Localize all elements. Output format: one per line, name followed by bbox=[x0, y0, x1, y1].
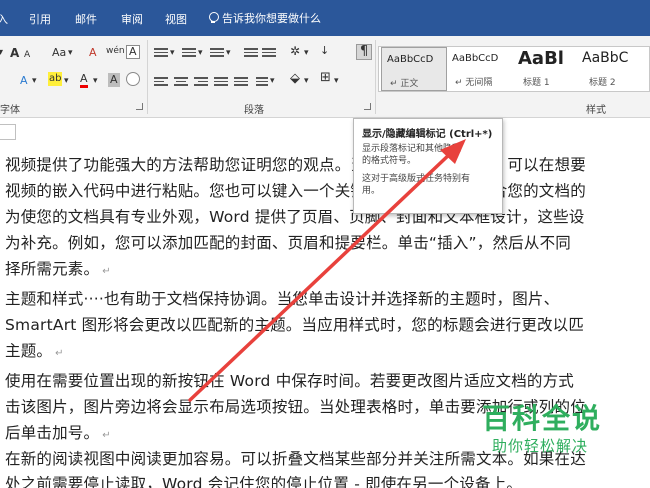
highlight-button[interactable]: ab bbox=[48, 72, 63, 86]
styles-group-label: 样式 bbox=[586, 105, 606, 116]
decrease-indent-icon[interactable] bbox=[244, 48, 258, 57]
show-hide-marks-button[interactable]: ¶ bbox=[356, 44, 373, 60]
lightbulb-icon bbox=[208, 12, 219, 24]
style-heading-1[interactable]: AaBl 标题 1 bbox=[513, 47, 579, 91]
align-right-icon[interactable] bbox=[194, 77, 208, 86]
highlight-dropdown-icon[interactable]: ▾ bbox=[64, 74, 69, 88]
multilevel-list-icon[interactable] bbox=[210, 48, 224, 57]
style-name: ↵ 无间隔 bbox=[455, 78, 493, 88]
distributed-icon[interactable] bbox=[234, 77, 248, 86]
shrink-font-button[interactable]: A bbox=[24, 48, 30, 62]
align-left-icon[interactable] bbox=[154, 77, 168, 86]
style-preview: AaBbC bbox=[582, 50, 629, 66]
numbering-icon[interactable] bbox=[182, 48, 196, 57]
tell-me-box[interactable]: 告诉我你想要做什么 bbox=[208, 10, 321, 26]
sort-icon[interactable]: ↓ bbox=[320, 44, 329, 58]
enclosed-char-icon[interactable] bbox=[126, 72, 140, 86]
numbering-dropdown-icon[interactable]: ▾ bbox=[198, 46, 203, 60]
style-name: 标题 1 bbox=[523, 78, 550, 88]
style-no-spacing[interactable]: AaBbCcD ↵ 无间隔 bbox=[447, 47, 513, 91]
tooltip-description: 显示段落标记和其他隐藏的格式符号。 bbox=[362, 144, 462, 166]
tab-selector[interactable] bbox=[0, 124, 16, 140]
text-effect-dropdown-icon[interactable]: ▾ bbox=[32, 74, 37, 88]
font-size-dropdown-icon[interactable]: ▾ bbox=[0, 46, 3, 60]
doc-line: 处之前需要停止读取，Word 会记住您的停止位置 - 即使在另一个设备上。 bbox=[5, 475, 523, 488]
tab-insert[interactable]: 插入 bbox=[0, 11, 8, 27]
style-normal[interactable]: AaBbCcD ↵ 正文 bbox=[381, 47, 447, 91]
tab-mailings[interactable]: 邮件 bbox=[75, 11, 97, 27]
phonetic-guide-button[interactable]: wén bbox=[106, 44, 125, 58]
paragraph-group-label: 段落 bbox=[244, 105, 264, 116]
paragraph-dialog-launcher-icon[interactable] bbox=[364, 103, 371, 110]
char-shading-button[interactable]: A bbox=[108, 73, 120, 87]
change-case-button[interactable]: Aa bbox=[52, 46, 66, 60]
align-center-icon[interactable] bbox=[174, 77, 188, 86]
borders-icon[interactable]: ⊞ bbox=[320, 71, 331, 85]
tab-view[interactable]: 视图 bbox=[165, 11, 187, 27]
style-heading-2[interactable]: AaBbC 标题 2 bbox=[577, 47, 643, 91]
styles-gallery: AaBbCcD ↵ 正文 AaBbCcD ↵ 无间隔 AaBl 标题 1 AaB… bbox=[378, 46, 650, 92]
show-marks-tooltip: 显示/隐藏编辑标记 (Ctrl+*) 显示段落标记和其他隐藏的格式符号。 这对于… bbox=[353, 118, 503, 214]
shading-dropdown-icon[interactable]: ▾ bbox=[304, 74, 309, 88]
increase-indent-icon[interactable] bbox=[262, 48, 276, 57]
paragraph-mark: ↵ bbox=[102, 266, 111, 277]
grow-font-button[interactable]: A bbox=[10, 46, 19, 60]
style-name: ↵ 正文 bbox=[390, 79, 419, 89]
font-color-button[interactable]: A bbox=[80, 73, 88, 88]
bullets-icon[interactable] bbox=[154, 48, 168, 57]
chinese-layout-dropdown-icon[interactable]: ▾ bbox=[304, 46, 309, 60]
style-preview: AaBbCcD bbox=[452, 53, 499, 64]
line-spacing-dropdown-icon[interactable]: ▾ bbox=[270, 74, 275, 88]
tab-review[interactable]: 审阅 bbox=[121, 11, 143, 27]
doc-line: 主题和样式····也有助于文档保持协调。当您单击设计并选择新的主题时，图片、 bbox=[5, 290, 560, 308]
borders-dropdown-icon[interactable]: ▾ bbox=[334, 74, 339, 88]
doc-line: 主题。 ↵ bbox=[5, 342, 64, 360]
tooltip-more: 这对于高级版式任务特别有用。 bbox=[362, 174, 471, 196]
doc-line: SmartArt 图形将会更改以匹配新的主题。当应用样式时，您的标题会进行更改以… bbox=[5, 316, 585, 334]
doc-line: 后单击加号。 ↵ bbox=[5, 424, 111, 442]
paragraph-mark: ↵ bbox=[55, 348, 64, 359]
clear-format-button[interactable]: A bbox=[89, 46, 97, 60]
paragraph-mark: ↵ bbox=[102, 430, 111, 441]
bullets-dropdown-icon[interactable]: ▾ bbox=[170, 46, 175, 60]
text-effect-button[interactable]: A bbox=[20, 74, 28, 88]
watermark-logo: 百科全说 助你轻松解决 bbox=[470, 395, 620, 465]
font-dialog-launcher-icon[interactable] bbox=[136, 103, 143, 110]
chinese-layout-icon[interactable]: ✲ bbox=[290, 44, 300, 58]
char-border-button[interactable]: A bbox=[129, 45, 137, 59]
multilevel-dropdown-icon[interactable]: ▾ bbox=[226, 46, 231, 60]
doc-line: 择所需元素。 ↵ bbox=[5, 260, 111, 278]
group-divider bbox=[375, 40, 376, 114]
watermark-slogan: 助你轻松解决 bbox=[492, 437, 589, 455]
tab-references[interactable]: 引用 bbox=[29, 11, 51, 27]
font-group-label: 字体 bbox=[0, 105, 20, 116]
style-name: 标题 2 bbox=[589, 78, 616, 88]
shading-icon[interactable]: ⬙ bbox=[290, 72, 300, 86]
style-preview: AaBbCcD bbox=[387, 54, 434, 65]
change-case-dropdown-icon[interactable]: ▾ bbox=[68, 46, 73, 60]
watermark-brand: 百科全说 bbox=[482, 402, 603, 435]
justify-icon[interactable] bbox=[214, 77, 228, 86]
doc-line: 使用在需要位置出现的新按钮在 Word 中保存时间。若要更改图片适应文档的方式 bbox=[5, 372, 574, 390]
tell-me-text: 告诉我你想要做什么 bbox=[222, 12, 321, 25]
style-preview: AaBl bbox=[518, 48, 564, 69]
doc-line: 为补充。例如，您可以添加匹配的封面、页眉和提要栏。单击“插入”，然后从不同 bbox=[5, 234, 571, 252]
font-color-dropdown-icon[interactable]: ▾ bbox=[93, 74, 98, 88]
tooltip-title: 显示/隐藏编辑标记 (Ctrl+*) bbox=[362, 129, 493, 140]
group-divider bbox=[147, 40, 148, 114]
ribbon-tab-bar: 插入 引用 邮件 审阅 视图 告诉我你想要做什么 bbox=[0, 0, 650, 36]
line-spacing-icon[interactable] bbox=[256, 77, 268, 86]
